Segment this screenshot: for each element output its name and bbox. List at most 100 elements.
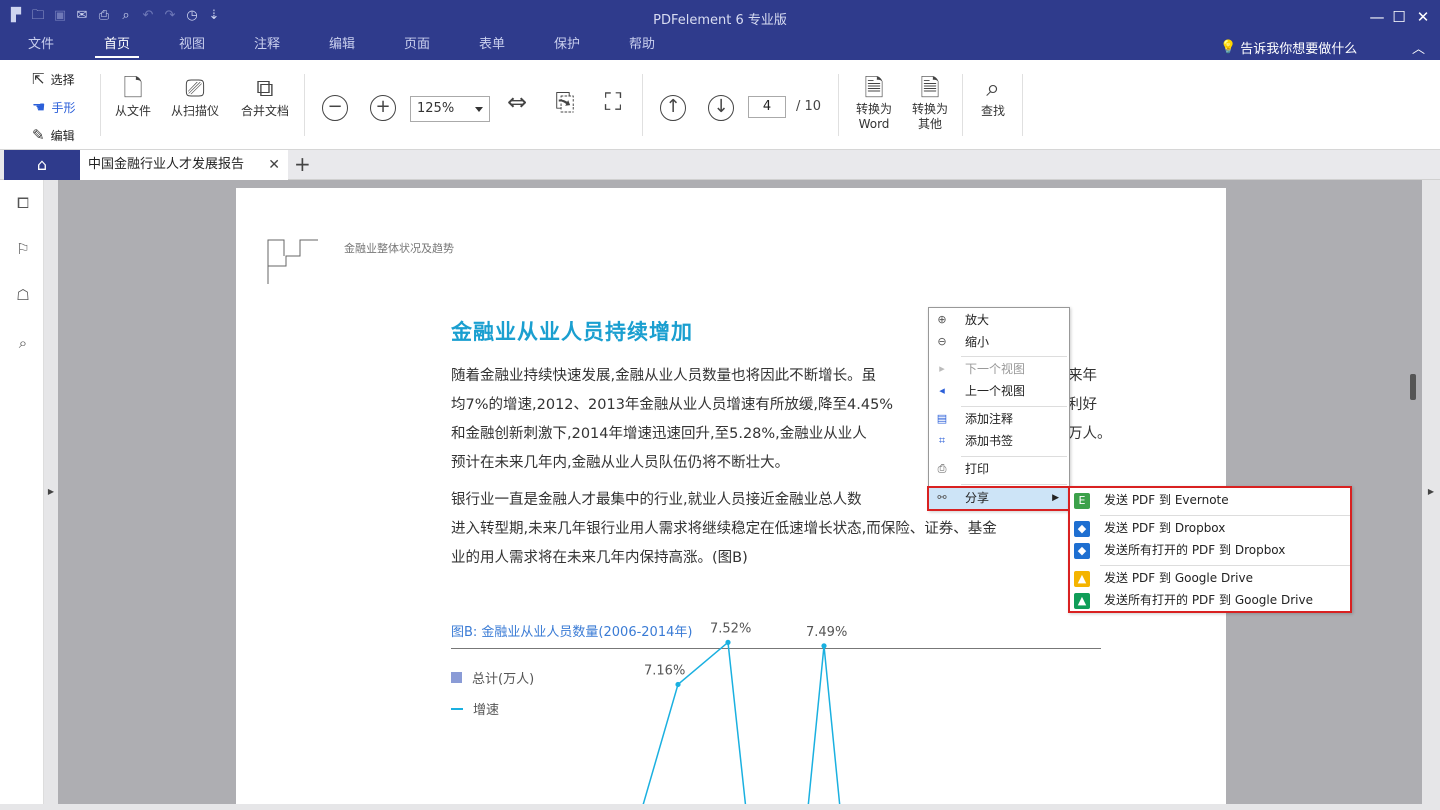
menu-zoom-in[interactable]: ⊕ 放大 <box>929 310 1069 331</box>
menu-share[interactable]: ⚯ 分享 ▶ <box>927 486 1071 511</box>
find-button[interactable]: ⌕ 查找 <box>970 74 1016 119</box>
print-icon: ⎙ <box>937 462 947 475</box>
find-label: 查找 <box>980 104 1005 118</box>
close-button[interactable]: ✕ <box>1412 6 1434 28</box>
edit-pencil-icon: ✎ <box>32 126 45 144</box>
title-bar: ▛ 🗀 ▣ ✉ ⎙ ⌕ ↶ ↷ ◷ ⇣ PDFelement 6 专业版 — ☐… <box>0 0 1440 34</box>
new-tab-button[interactable]: + <box>294 153 311 175</box>
previous-page-button[interactable]: ↑ <box>660 95 686 121</box>
left-panel-expander[interactable]: ▶ <box>44 180 58 804</box>
page-total: / 10 <box>796 99 822 114</box>
fit-width-icon: ⇔ <box>506 88 528 116</box>
to-word-label-2: Word <box>858 117 890 131</box>
menu-add-comment[interactable]: ▤ 添加注释 <box>929 409 1069 430</box>
left-sidebar: ⧠ ⚐ ☖ ⌕ <box>0 180 44 804</box>
send-all-to-google-drive[interactable]: ▲ 发送所有打开的 PDF 到 Google Drive <box>1070 590 1350 611</box>
search-panel-icon[interactable]: ⌕ <box>14 334 32 352</box>
tab-view[interactable]: 视图 <box>165 34 219 60</box>
maximize-button[interactable]: ☐ <box>1388 6 1410 28</box>
hand-label: 手形 <box>51 100 76 115</box>
menu-zoom-out[interactable]: ⊖ 缩小 <box>929 332 1069 353</box>
menu-separator <box>961 406 1067 407</box>
send-to-dropbox-label: 发送 PDF 到 Dropbox <box>1104 521 1226 535</box>
send-to-google-drive[interactable]: ▲ 发送 PDF 到 Google Drive <box>1070 568 1350 589</box>
share-submenu: E 发送 PDF 到 Evernote ◆ 发送 PDF 到 Dropbox ◆… <box>1068 486 1352 613</box>
convert-to-other-button[interactable]: 🗎 转换为 其他 <box>904 74 956 132</box>
menu-next-view-label: 下一个视图 <box>965 362 1026 376</box>
fit-page-icon: ⎘ <box>555 88 575 116</box>
close-tab-icon[interactable]: ✕ <box>268 150 280 180</box>
cursor-icon: ⇱ <box>32 70 45 88</box>
combine-files-button[interactable]: ⧉ 合并文档 <box>234 74 296 119</box>
submenu-arrow-icon: ▶ <box>1052 493 1059 503</box>
fit-width-button[interactable]: ⇔ <box>500 88 534 116</box>
tab-comment[interactable]: 注释 <box>240 34 294 60</box>
fit-page-button[interactable]: ⎘ <box>548 88 582 116</box>
data-label: 7.16% <box>644 663 685 678</box>
previous-view-icon: ◂ <box>939 384 945 397</box>
menu-add-comment-label: 添加注释 <box>965 412 1014 426</box>
menu-previous-view-label: 上一个视图 <box>965 384 1026 398</box>
page-number-input[interactable]: 4 <box>748 96 786 118</box>
select-label: 选择 <box>50 72 75 87</box>
ribbon-separator <box>100 74 101 136</box>
combine-label: 合并文档 <box>240 104 289 118</box>
tab-home[interactable]: 首页 <box>90 34 144 60</box>
hand-tool[interactable]: ☚ 手形 <box>32 98 75 116</box>
bookmark-icon[interactable]: ⚐ <box>14 240 32 258</box>
zoom-level-select[interactable]: 125% <box>410 96 490 122</box>
edit-label: 编辑 <box>50 128 75 143</box>
menu-separator <box>1100 515 1350 516</box>
vertical-scrollbar-thumb[interactable] <box>1410 374 1416 400</box>
zoom-in-button[interactable]: + <box>370 95 396 121</box>
tab-file[interactable]: 文件 <box>14 34 68 60</box>
collapse-ribbon-icon[interactable]: ︿ <box>1412 38 1425 57</box>
tab-help[interactable]: 帮助 <box>615 34 669 60</box>
zoom-out-button[interactable]: − <box>322 95 348 121</box>
create-from-scanner-button[interactable]: ⎚ 从扫描仪 <box>164 74 226 119</box>
document-tab[interactable]: 中国金融行业人才发展报告 ✕ <box>80 150 288 180</box>
tab-page[interactable]: 页面 <box>390 34 444 60</box>
full-screen-button[interactable]: ⛶ <box>596 88 630 116</box>
create-from-file-button[interactable]: 🗋 从文件 <box>108 74 158 119</box>
right-panel-expander[interactable]: ▶ <box>1422 180 1440 804</box>
edit-tool[interactable]: ✎ 编辑 <box>32 126 75 144</box>
menu-print[interactable]: ⎙ 打印 <box>929 459 1069 480</box>
convert-to-word-button[interactable]: 🗎 转换为 Word <box>848 74 900 132</box>
menu-separator <box>961 484 1067 485</box>
data-label: 7.49% <box>806 625 847 640</box>
menu-add-bookmark[interactable]: ⌗ 添加书签 <box>929 431 1069 452</box>
comment-icon[interactable]: ☖ <box>14 286 32 304</box>
to-other-label-2: 其他 <box>917 117 942 131</box>
tell-me-search[interactable]: 💡 告诉我你想要做什么 <box>1220 38 1357 57</box>
combine-icon: ⧉ <box>256 74 274 102</box>
ribbon-separator <box>962 74 963 136</box>
send-all-to-dropbox[interactable]: ◆ 发送所有打开的 PDF 到 Dropbox <box>1070 540 1350 561</box>
word-doc-icon: 🗎 <box>864 74 884 102</box>
ribbon-separator <box>838 74 839 136</box>
next-page-button[interactable]: ↓ <box>708 95 734 121</box>
menu-print-label: 打印 <box>965 462 990 476</box>
menu-separator <box>1100 565 1350 566</box>
minimize-button[interactable]: — <box>1366 6 1388 28</box>
select-tool[interactable]: ⇱ 选择 <box>32 70 75 88</box>
home-tab[interactable]: ⌂ <box>4 150 80 180</box>
zoom-out-icon: ⊖ <box>937 335 947 348</box>
hand-icon: ☚ <box>32 98 46 116</box>
tab-form[interactable]: 表单 <box>465 34 519 60</box>
menu-zoom-in-label: 放大 <box>965 313 990 327</box>
home-icon: ⌂ <box>36 155 48 174</box>
ribbon-separator <box>304 74 305 136</box>
lightbulb-icon: 💡 <box>1220 40 1237 55</box>
google-drive-multi-icon: ▲ <box>1074 593 1090 609</box>
send-to-evernote-label: 发送 PDF 到 Evernote <box>1104 493 1229 507</box>
presentation-icon: ⛶ <box>604 88 622 116</box>
status-strip <box>0 804 1440 810</box>
thumbnails-icon[interactable]: ⧠ <box>14 194 32 212</box>
send-to-evernote[interactable]: E 发送 PDF 到 Evernote <box>1070 490 1350 511</box>
menu-previous-view[interactable]: ◂ 上一个视图 <box>929 381 1069 402</box>
tab-protect[interactable]: 保护 <box>540 34 594 60</box>
tab-edit[interactable]: 编辑 <box>315 34 369 60</box>
dropbox-multi-icon: ◆ <box>1074 543 1090 559</box>
send-to-dropbox[interactable]: ◆ 发送 PDF 到 Dropbox <box>1070 518 1350 539</box>
